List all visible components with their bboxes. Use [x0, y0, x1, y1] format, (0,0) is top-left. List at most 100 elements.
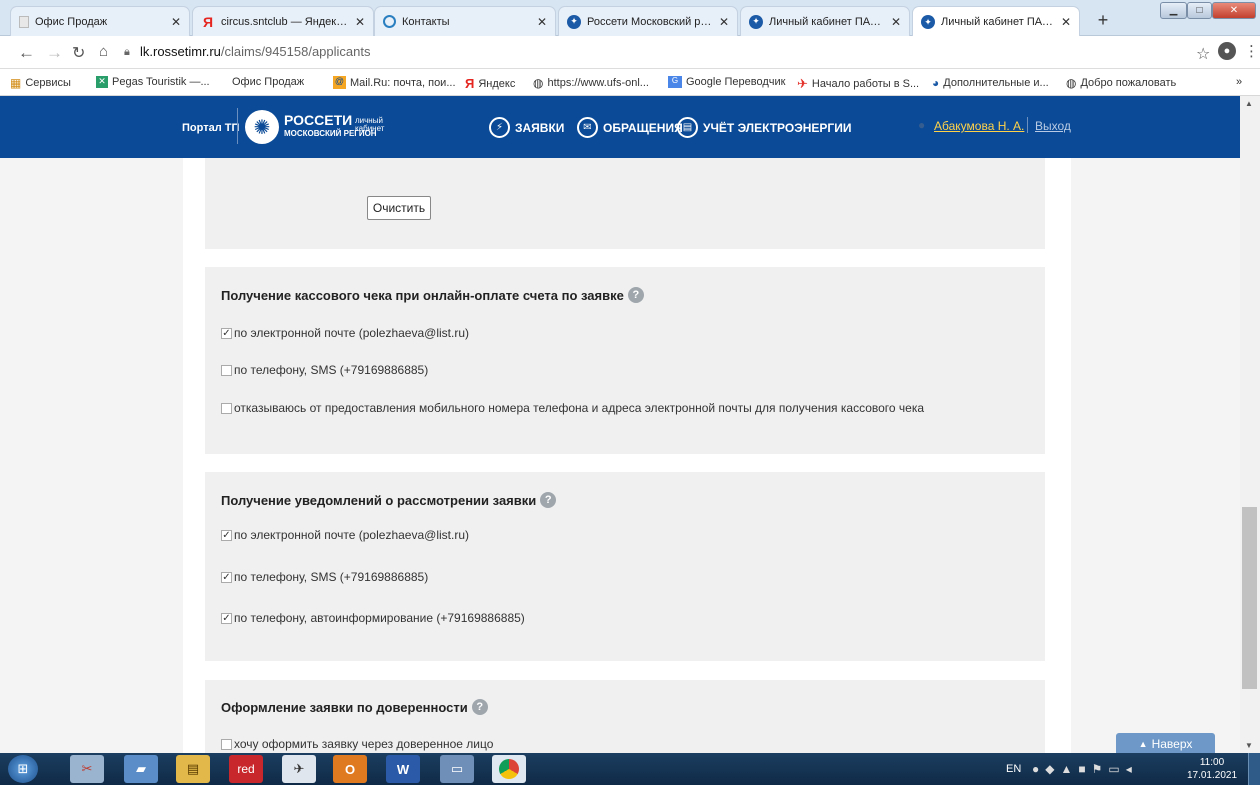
checkbox-checked-icon[interactable]: ✓	[221, 571, 232, 583]
home-icon[interactable]: ⌂	[99, 43, 108, 60]
option-label: по телефону, SMS (+79169886885)	[234, 363, 429, 377]
back-to-top-button[interactable]: ▲ Наверх	[1116, 733, 1215, 755]
bookmark-label: Добро пожаловать	[1080, 77, 1177, 89]
reload-icon[interactable]: ↻	[72, 43, 85, 63]
start-button-icon[interactable]: ⊞	[8, 755, 38, 783]
file-explorer-icon[interactable]: ▤	[176, 755, 210, 783]
word-icon[interactable]: W	[386, 755, 420, 783]
nav-claims[interactable]: ⚡ ЗАЯВКИ	[489, 117, 564, 138]
contacts-icon	[383, 15, 396, 28]
profile-avatar-icon[interactable]: ●	[1218, 42, 1236, 60]
bookmark-extra[interactable]: ◕ Дополнительные и...	[932, 76, 1049, 90]
proxy-title: Оформление заявки по доверенности?	[221, 699, 488, 715]
show-desktop-button[interactable]	[1248, 753, 1260, 785]
back-arrow-icon[interactable]: ←	[18, 43, 35, 63]
help-question-icon[interactable]: ?	[471, 699, 488, 715]
clock-time[interactable]: 11:00	[1182, 757, 1242, 768]
portal-label[interactable]: Портал ТП	[182, 122, 239, 134]
airplane-app-icon[interactable]: ✈	[282, 755, 316, 783]
close-tab-icon[interactable]: ✕	[537, 15, 547, 29]
option-label: по телефону, автоинформирование (+791698…	[234, 611, 525, 625]
nav-appeals[interactable]: ✉ ОБРАЩЕНИЯ	[577, 117, 683, 138]
bookmark-mailru[interactable]: @ Mail.Ru: почта, пои...	[333, 76, 456, 89]
checkbox-checked-icon[interactable]: ✓	[221, 327, 232, 339]
minimize-icon[interactable]: ▁	[1160, 2, 1187, 19]
browser-tab-2[interactable]: Я circus.sntclub — Яндекс: н ✕	[192, 6, 374, 36]
checkbox-checked-icon[interactable]: ✓	[221, 529, 232, 541]
red-app-icon[interactable]: red	[229, 755, 263, 783]
proxy-card: Оформление заявки по доверенности? хочу …	[205, 680, 1045, 753]
notifications-card: Получение уведомлений о рассмотрении зая…	[205, 472, 1045, 661]
scrollbar-thumb[interactable]	[1242, 507, 1257, 689]
help-question-icon[interactable]: ?	[540, 492, 557, 508]
option-label: по электронной почте (polezhaeva@list.ru…	[234, 528, 469, 542]
bookmark-ufs[interactable]: ◍ https://www.ufs-onl...	[533, 76, 649, 90]
nav-metering[interactable]: ▤ УЧЁТ ЭЛЕКТРОЭНЕРГИИ	[677, 117, 852, 138]
tab-title: Офис Продаж	[35, 15, 108, 28]
scroll-down-arrow-icon[interactable]: ▼	[1245, 741, 1253, 750]
notify-option-sms[interactable]: ✓ по телефону, SMS (+79169886885)	[221, 570, 428, 584]
bookmark-apps[interactable]: ▦ Сервисы	[10, 76, 71, 90]
user-name-link[interactable]: Абакумова Н. А.	[934, 119, 1024, 133]
lock-icon: 🔒︎	[124, 46, 130, 58]
receipt-option-sms[interactable]: по телефону, SMS (+79169886885)	[221, 363, 428, 377]
close-tab-icon[interactable]: ✕	[171, 15, 181, 29]
window-app-icon[interactable]: ▭	[440, 755, 474, 783]
receipt-option-decline[interactable]: отказываюсь от предоставления мобильного…	[221, 401, 924, 415]
browser-tab-5[interactable]: ✦ Личный кабинет ПАО "Ро ✕	[740, 6, 910, 36]
nav-label: ЗАЯВКИ	[515, 120, 565, 135]
bookmark-pegas[interactable]: ✕ Pegas Touristik —...	[96, 76, 210, 88]
checkbox-checked-icon[interactable]: ✓	[221, 612, 232, 624]
browser-tab-4[interactable]: ✦ Россети Московский реги ✕	[558, 6, 738, 36]
clock-date[interactable]: 17.01.2021	[1182, 770, 1242, 781]
bookmarks-more[interactable]: »	[1236, 76, 1242, 88]
option-label: по телефону, SMS (+79169886885)	[234, 570, 429, 584]
browser-tab-1[interactable]: Офис Продаж ✕	[10, 6, 190, 36]
section-title-text: Получение кассового чека при онлайн-опла…	[221, 287, 624, 303]
bookmark-yandex[interactable]: Я Яндекс	[465, 76, 515, 91]
bookmark-start[interactable]: ✈ Начало работы в S...	[797, 76, 919, 92]
notes-icon[interactable]: ▰	[124, 755, 158, 783]
tray-icons[interactable]: ●◆▲■⚑▭◂	[1032, 762, 1138, 776]
url-input[interactable]: lk.rossetimr.ru/claims/945158/applicants	[140, 44, 371, 59]
bookmark-star-icon[interactable]: ☆	[1196, 44, 1210, 64]
snipping-tool-icon[interactable]: ✂	[70, 755, 104, 783]
url-path: /claims/945158/applicants	[220, 44, 371, 59]
notify-option-email[interactable]: ✓ по электронной почте (polezhaeva@list.r…	[221, 528, 469, 542]
user-icon: ●	[918, 118, 926, 132]
close-window-icon[interactable]: ✕	[1212, 2, 1256, 19]
help-question-icon[interactable]: ?	[627, 287, 644, 303]
language-indicator[interactable]: EN	[1006, 763, 1021, 775]
clear-button[interactable]: Очистить	[367, 196, 431, 220]
close-tab-icon[interactable]: ✕	[719, 15, 729, 29]
browser-tab-3[interactable]: Контакты ✕	[374, 6, 556, 36]
checkbox-unchecked-icon[interactable]	[221, 738, 232, 750]
close-tab-icon[interactable]: ✕	[1061, 15, 1071, 29]
new-tab-plus-icon[interactable]: +	[1090, 10, 1116, 32]
chrome-icon[interactable]	[492, 755, 526, 783]
logout-link[interactable]: Выход	[1035, 119, 1071, 133]
section-title-text: Оформление заявки по доверенности	[221, 699, 468, 715]
forward-arrow-icon[interactable]: →	[46, 43, 63, 63]
menu-kebab-icon[interactable]: ⋮	[1244, 42, 1259, 60]
nav-label: УЧЁТ ЭЛЕКТРОЭНЕРГИИ	[703, 120, 852, 135]
maximize-icon[interactable]: □	[1187, 2, 1212, 19]
tab-title: Контакты	[402, 15, 450, 28]
globe-icon: ◕	[932, 76, 940, 90]
bookmark-welcome[interactable]: ◍ Добро пожаловать	[1066, 76, 1176, 90]
receipt-option-email[interactable]: ✓ по электронной почте (polezhaeva@list.r…	[221, 326, 469, 340]
bookmark-google-translate[interactable]: G Google Переводчик	[668, 76, 786, 88]
rosseti-icon: ✦	[921, 15, 935, 29]
browser-tab-6-active[interactable]: ✦ Личный кабинет ПАО "Ро ✕	[912, 6, 1080, 37]
proxy-option[interactable]: хочу оформить заявку через доверенное ли…	[221, 737, 493, 751]
outlook-icon[interactable]: O	[333, 755, 367, 783]
bookmark-office[interactable]: Офис Продаж	[232, 76, 304, 88]
mailru-icon: @	[333, 76, 346, 89]
checkbox-unchecked-icon[interactable]	[221, 364, 232, 376]
close-tab-icon[interactable]: ✕	[891, 15, 901, 29]
rosseti-icon: ✦	[749, 14, 763, 29]
close-tab-icon[interactable]: ✕	[355, 15, 365, 29]
checkbox-unchecked-icon[interactable]	[221, 402, 232, 414]
scroll-up-arrow-icon[interactable]: ▲	[1245, 99, 1253, 108]
notify-option-autoinform[interactable]: ✓ по телефону, автоинформирование (+79169…	[221, 611, 525, 625]
